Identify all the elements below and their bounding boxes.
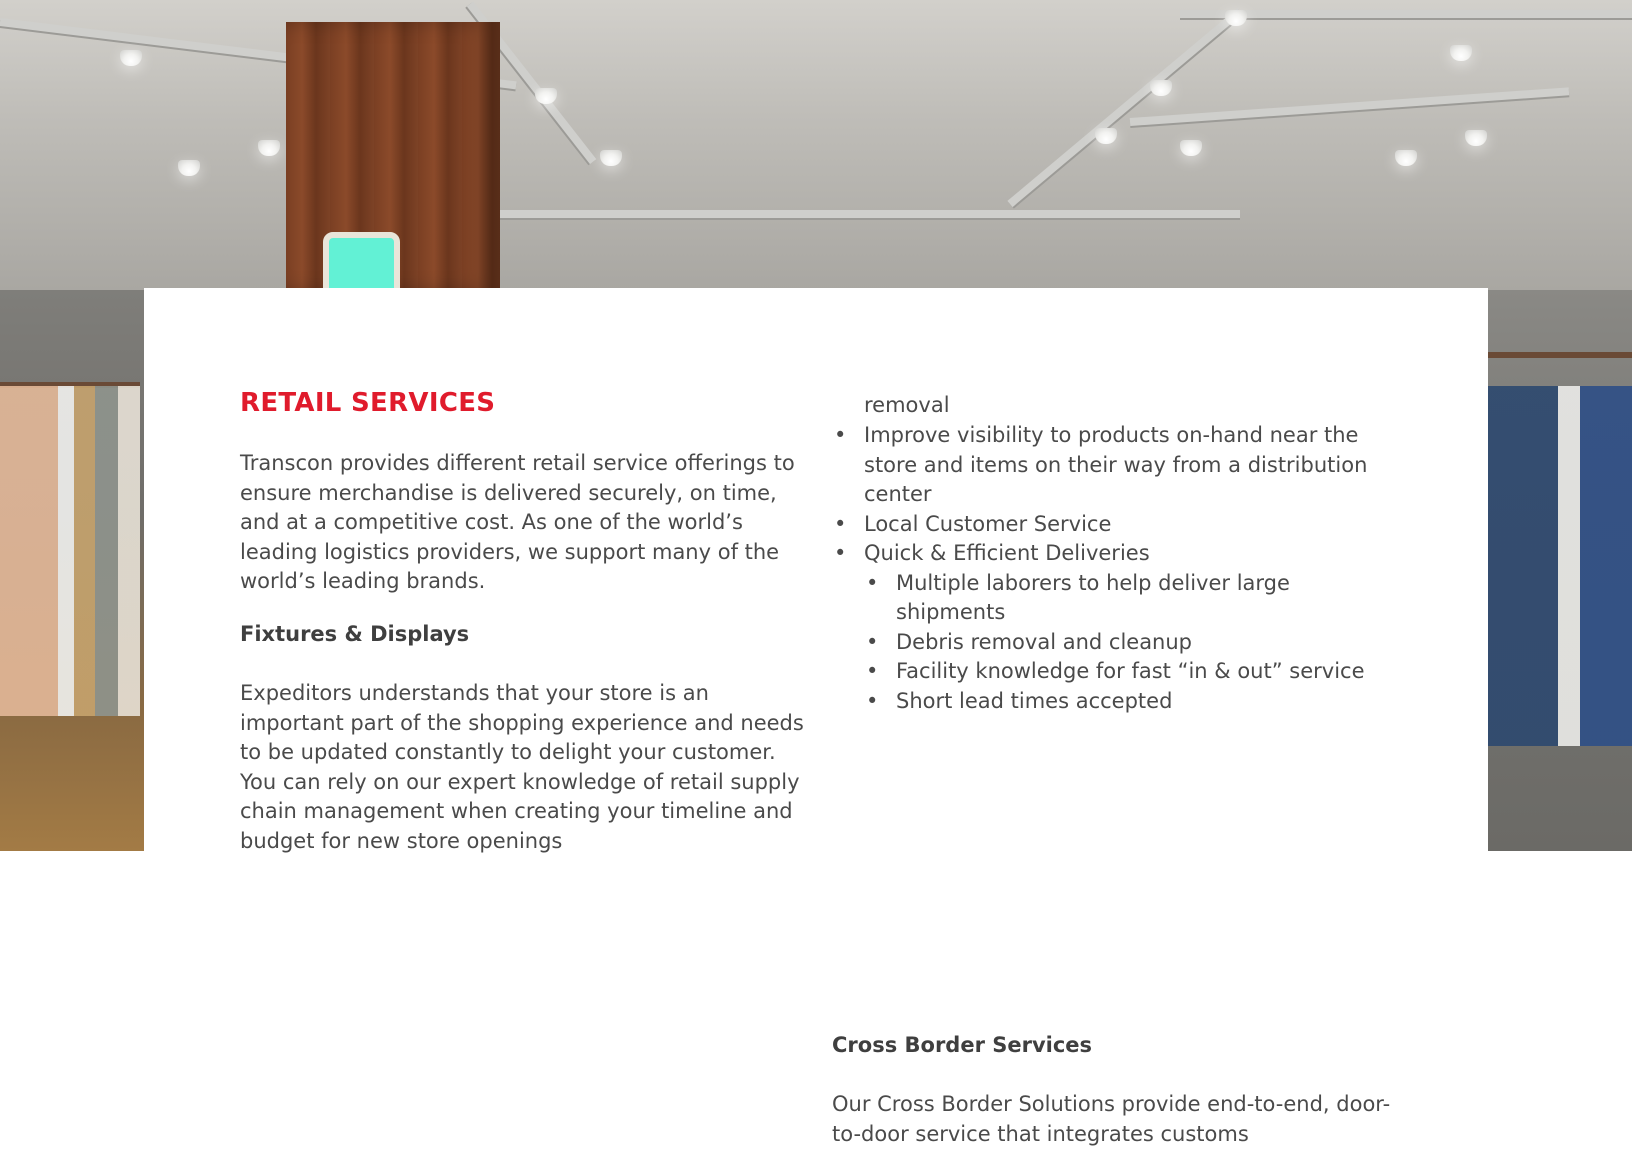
intro-paragraph: Transcon provides different retail servi… (240, 451, 795, 593)
clothes-rack-right (1488, 386, 1632, 746)
list-item: Improve visibility to products on-hand n… (832, 421, 1392, 510)
fixtures-heading: Fixtures & Displays (240, 622, 470, 646)
list-item: Facility knowledge for fast “in & out” s… (832, 657, 1392, 687)
content-card: RETAIL SERVICES Transcon provides differ… (144, 288, 1488, 1146)
mint-sign (323, 232, 400, 296)
service-bullets: Improve visibility to products on-hand n… (832, 421, 1392, 716)
cross-border-heading: Cross Border Services (832, 1033, 1093, 1057)
clothing-rail (1488, 352, 1632, 358)
fixtures-paragraph: Expeditors understands that your store i… (240, 681, 804, 853)
ceiling-beam (1180, 10, 1632, 18)
list-item: Multiple laborers to help deliver large … (832, 569, 1392, 628)
clothes-rack-left (0, 386, 140, 716)
list-item: Debris removal and cleanup (832, 628, 1392, 658)
section-title: RETAIL SERVICES (240, 388, 496, 418)
ceiling (0, 0, 1632, 290)
continued-text: removal (864, 393, 950, 417)
list-item: Local Customer Service (832, 510, 1392, 540)
list-item: Quick & Efficient Deliveries (832, 539, 1392, 569)
list-item: Short lead times accepted (832, 687, 1392, 717)
cross-border-paragraph: Our Cross Border Solutions provide end-t… (832, 1092, 1391, 1146)
ceiling-beam (500, 210, 1240, 218)
